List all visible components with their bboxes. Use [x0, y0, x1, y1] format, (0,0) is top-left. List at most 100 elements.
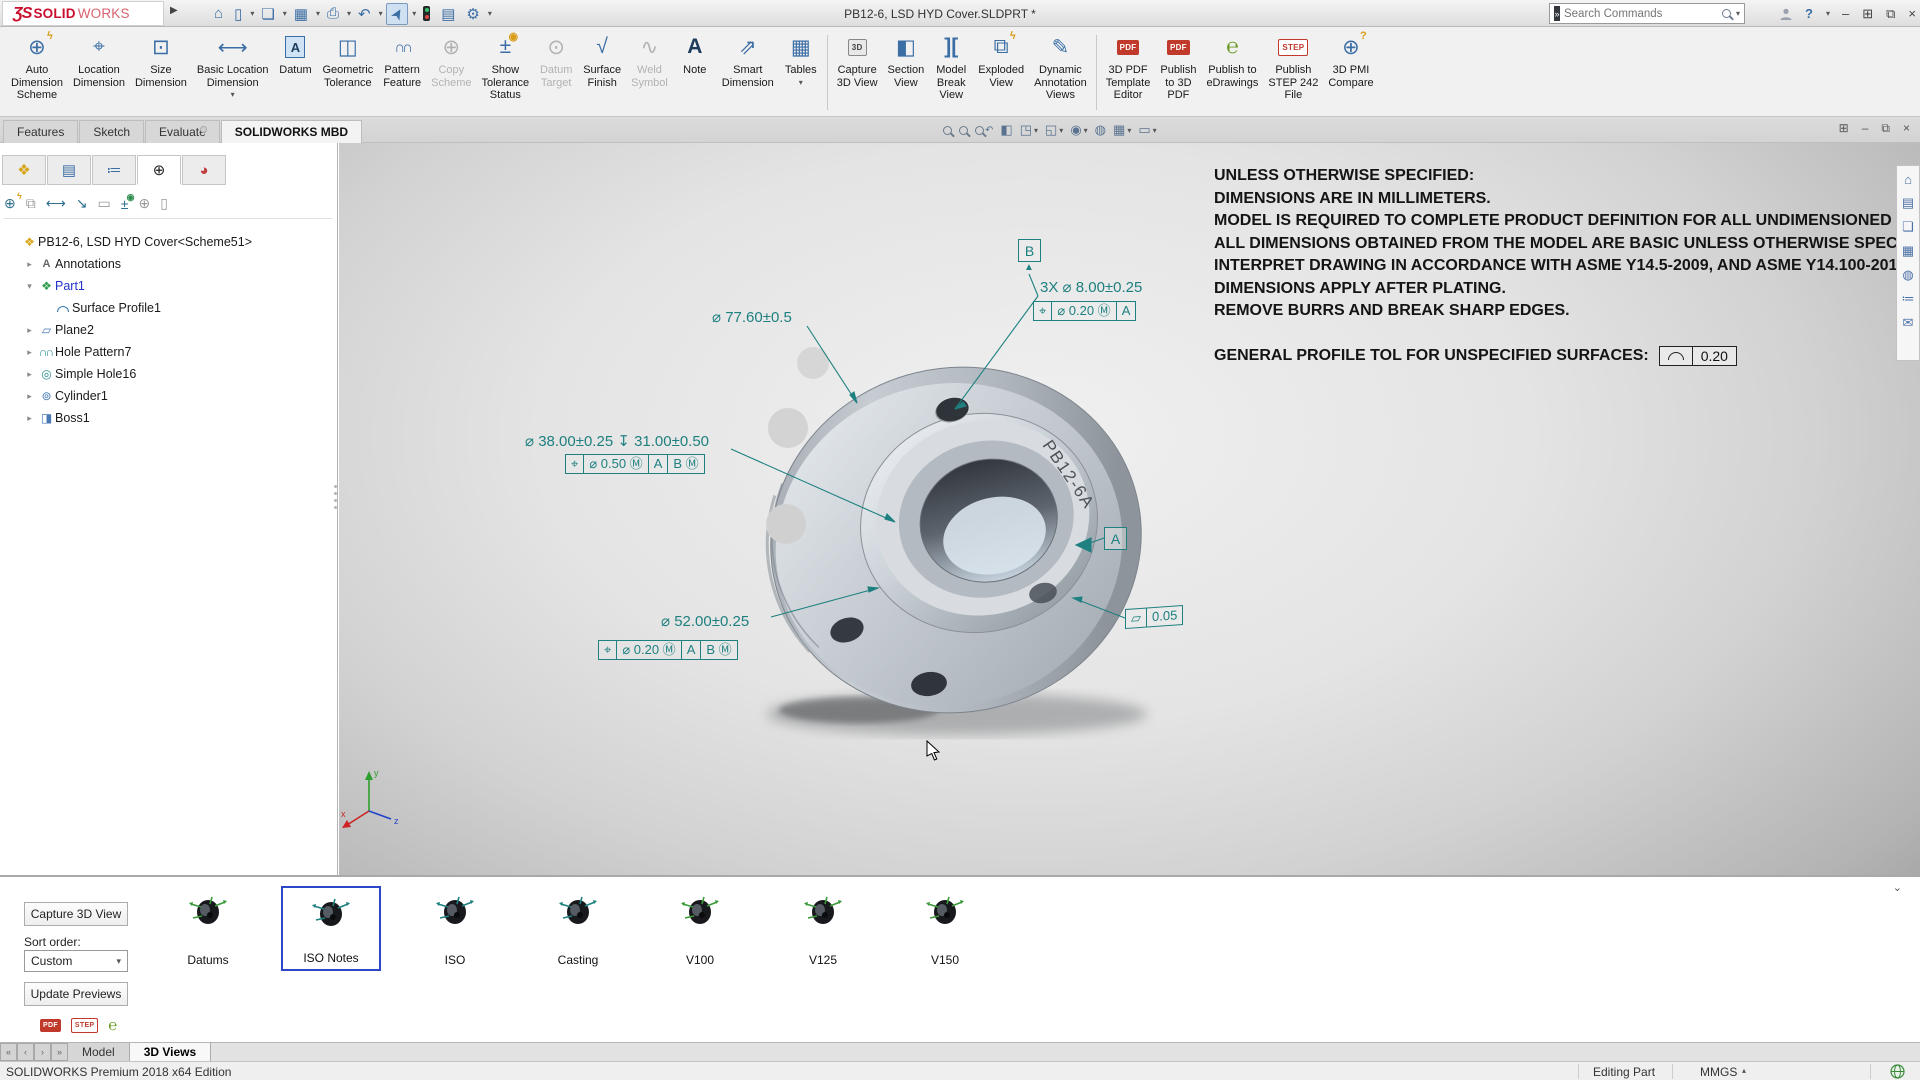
- solidworks-resources-icon[interactable]: ⌂: [1904, 172, 1912, 187]
- section-view-button[interactable]: ◧Section View: [883, 29, 930, 116]
- datum-a-label[interactable]: A: [1104, 527, 1127, 550]
- profile-tolerance-fcf[interactable]: 0.20: [1659, 346, 1737, 366]
- smart-dimension-button[interactable]: ⇗Smart Dimension: [717, 29, 779, 116]
- design-library-icon[interactable]: ▤: [1902, 195, 1914, 211]
- forum-icon[interactable]: ✉: [1903, 315, 1914, 331]
- auto-dimension-scheme-icon[interactable]: ⊕ϟ: [4, 195, 16, 212]
- general-profile-tolerance-note[interactable]: GENERAL PROFILE TOL FOR UNSPECIFIED SURF…: [1214, 346, 1737, 366]
- datum-b-label[interactable]: B: [1018, 239, 1041, 262]
- view-thumbnail-iso-notes[interactable]: ISO Notes: [281, 886, 381, 971]
- configurationmanager-tab[interactable]: ≔: [92, 155, 136, 185]
- close-button[interactable]: ×: [1908, 6, 1916, 22]
- geometric-tolerance-button[interactable]: ◫Geometric Tolerance: [317, 29, 378, 116]
- appearances-scenes-icon[interactable]: ◍: [1902, 267, 1913, 283]
- undo-icon[interactable]: ↶: [354, 4, 375, 24]
- hole-pattern-dimension[interactable]: 3X ⌀ 8.00±0.25: [1040, 278, 1142, 296]
- dock-button[interactable]: ⊞: [1862, 6, 1873, 22]
- copy-scheme-mini-icon[interactable]: ⧉: [26, 195, 36, 212]
- previous-view-icon[interactable]: ↶: [975, 125, 993, 136]
- datum-button[interactable]: ADatum: [273, 29, 317, 116]
- bore-fcf[interactable]: ⌖⌀ 0.50 ⓂAB Ⓜ: [565, 454, 705, 474]
- tree-item-simple-hole16[interactable]: ▸◎Simple Hole16: [0, 363, 336, 385]
- doc-tab-3d-views[interactable]: 3D Views: [130, 1043, 211, 1061]
- tab-solidworks-mbd[interactable]: SOLIDWORKS MBD: [221, 120, 362, 143]
- tab-features[interactable]: Features: [3, 120, 78, 143]
- section-view-icon[interactable]: ◧: [1000, 122, 1012, 138]
- hole-pattern-fcf[interactable]: ⌖⌀ 0.20 ⓂA: [1033, 301, 1136, 321]
- search-input[interactable]: [1564, 8, 1718, 20]
- new-document-icon[interactable]: ▯: [230, 4, 246, 24]
- 3d-pdf-template-editor-button[interactable]: PDF3D PDF Template Editor: [1101, 29, 1156, 116]
- tree-item-pb12-6-lsd-hyd-cover-scheme51-[interactable]: ❖PB12-6, LSD HYD Cover<Scheme51>: [0, 231, 336, 253]
- tree-expand-arrow[interactable]: ▸: [23, 413, 36, 424]
- custom-properties-icon[interactable]: ≔: [1902, 291, 1915, 307]
- tree-expand-arrow[interactable]: ▾: [23, 281, 36, 292]
- tree-item-hole-pattern7[interactable]: ▸∩∩Hole Pattern7: [0, 341, 336, 363]
- home-icon[interactable]: ⌂: [210, 4, 227, 23]
- capture-3d-view-button[interactable]: Capture 3D View: [24, 902, 128, 926]
- basic-location-dimension-icon-caret[interactable]: ▾: [231, 90, 235, 99]
- view-thumbnail-v100[interactable]: V100: [650, 886, 750, 971]
- options-list-icon[interactable]: ▤: [437, 4, 459, 24]
- rebuild-traffic-light-icon[interactable]: [419, 5, 434, 22]
- exploded-view-button[interactable]: ⧉ϟExploded View: [973, 29, 1029, 116]
- settings-gear-icon-caret[interactable]: ▾: [488, 9, 492, 18]
- view-thumbnail-v150[interactable]: V150: [895, 886, 995, 971]
- 3d-model-viewport[interactable]: PB12-6A y x z UNLESS OTHERWISE SPECIFIED…: [339, 143, 1920, 875]
- show-tolerance-status-button[interactable]: ±◉Show Tolerance Status: [476, 29, 534, 116]
- help-icon[interactable]: ?: [1805, 6, 1813, 21]
- apply-scene-icon[interactable]: ▦▾: [1113, 122, 1131, 138]
- publish-step-icon[interactable]: STEP: [71, 1018, 98, 1033]
- undo-icon-caret[interactable]: ▾: [379, 9, 383, 18]
- tree-item-boss1[interactable]: ▸◨Boss1: [0, 407, 336, 429]
- menu-flyout-arrow[interactable]: ▶: [170, 5, 178, 16]
- view-thumbnail-iso[interactable]: ISO: [405, 886, 505, 971]
- panel-handle-dot[interactable]: [200, 126, 207, 133]
- doc-dock-icon[interactable]: ⊞: [1839, 121, 1849, 136]
- general-notes[interactable]: UNLESS OTHERWISE SPECIFIED:DIMENSIONS AR…: [1214, 165, 1914, 323]
- tables-button[interactable]: ▦Tables▾: [779, 29, 823, 116]
- tab-evaluate[interactable]: Evaluate: [145, 120, 220, 143]
- zoom-to-fit-icon[interactable]: [943, 126, 952, 135]
- flatness-fcf[interactable]: ▱0.05: [1125, 605, 1183, 629]
- tab-nav-0[interactable]: «: [0, 1043, 17, 1061]
- update-previews-button[interactable]: Update Previews: [24, 982, 128, 1006]
- tree-item-annotations[interactable]: ▸AAnnotations: [0, 253, 336, 275]
- search-icon[interactable]: [1722, 9, 1731, 18]
- pattern-feature-button[interactable]: ∩∩Pattern Feature: [378, 29, 426, 116]
- tab-sketch[interactable]: Sketch: [79, 120, 144, 143]
- boss-diameter-dimension[interactable]: ⌀ 52.00±0.25: [661, 612, 749, 630]
- units-caret-icon[interactable]: ▴: [1742, 1066, 1746, 1075]
- propertymanager-tab[interactable]: ▤: [47, 155, 91, 185]
- search-commands-box[interactable]: » ▾: [1549, 3, 1745, 24]
- basic-dimension-icon[interactable]: ⟷: [46, 195, 66, 212]
- view-orientation-icon[interactable]: ◳▾: [1020, 122, 1038, 138]
- settings-gear-icon[interactable]: ⚙: [462, 4, 483, 24]
- open-icon-caret[interactable]: ▾: [283, 9, 287, 18]
- view-thumbnail-datums[interactable]: Datums: [158, 886, 258, 971]
- hide-show-items-icon[interactable]: ◉▾: [1070, 122, 1087, 138]
- tree-item-part1[interactable]: ▾❖Part1: [0, 275, 336, 297]
- save-icon[interactable]: ▦: [290, 4, 312, 24]
- publish-step-242-file-button[interactable]: STEPPublish STEP 242 File: [1263, 29, 1323, 116]
- boss-fcf[interactable]: ⌖⌀ 0.20 ⓂAB Ⓜ: [598, 640, 738, 660]
- print-icon-caret[interactable]: ▾: [347, 9, 351, 18]
- publish-edrawings-icon[interactable]: ℮: [108, 1017, 117, 1034]
- tree-expand-arrow[interactable]: ▸: [23, 259, 36, 270]
- size-dimension-button[interactable]: ⊡Size Dimension: [130, 29, 192, 116]
- tree-item-plane2[interactable]: ▸▱Plane2: [0, 319, 336, 341]
- view-thumbnail-casting[interactable]: Casting: [528, 886, 628, 971]
- units-label[interactable]: MMGS: [1700, 1065, 1737, 1079]
- sort-order-select[interactable]: Custom▾: [24, 950, 128, 972]
- datum-mini-icon[interactable]: ⊕: [138, 195, 150, 212]
- view-palette-icon[interactable]: ▦: [1902, 243, 1914, 259]
- tab-nav-1[interactable]: ‹: [17, 1043, 34, 1061]
- featuremanager-tab[interactable]: ❖: [2, 155, 46, 185]
- diameter-77-dimension[interactable]: ⌀ 77.60±0.5: [712, 308, 792, 326]
- location-dimension-button[interactable]: ⌖Location Dimension: [68, 29, 130, 116]
- restore-button[interactable]: ⧉: [1886, 6, 1895, 22]
- tree-expand-arrow[interactable]: ▸: [23, 347, 36, 358]
- pattern-mini-icon[interactable]: ▯: [160, 195, 168, 212]
- tree-expand-arrow[interactable]: ▸: [23, 391, 36, 402]
- 3d-pmi-compare-button[interactable]: ⊕?3D PMI Compare: [1323, 29, 1378, 116]
